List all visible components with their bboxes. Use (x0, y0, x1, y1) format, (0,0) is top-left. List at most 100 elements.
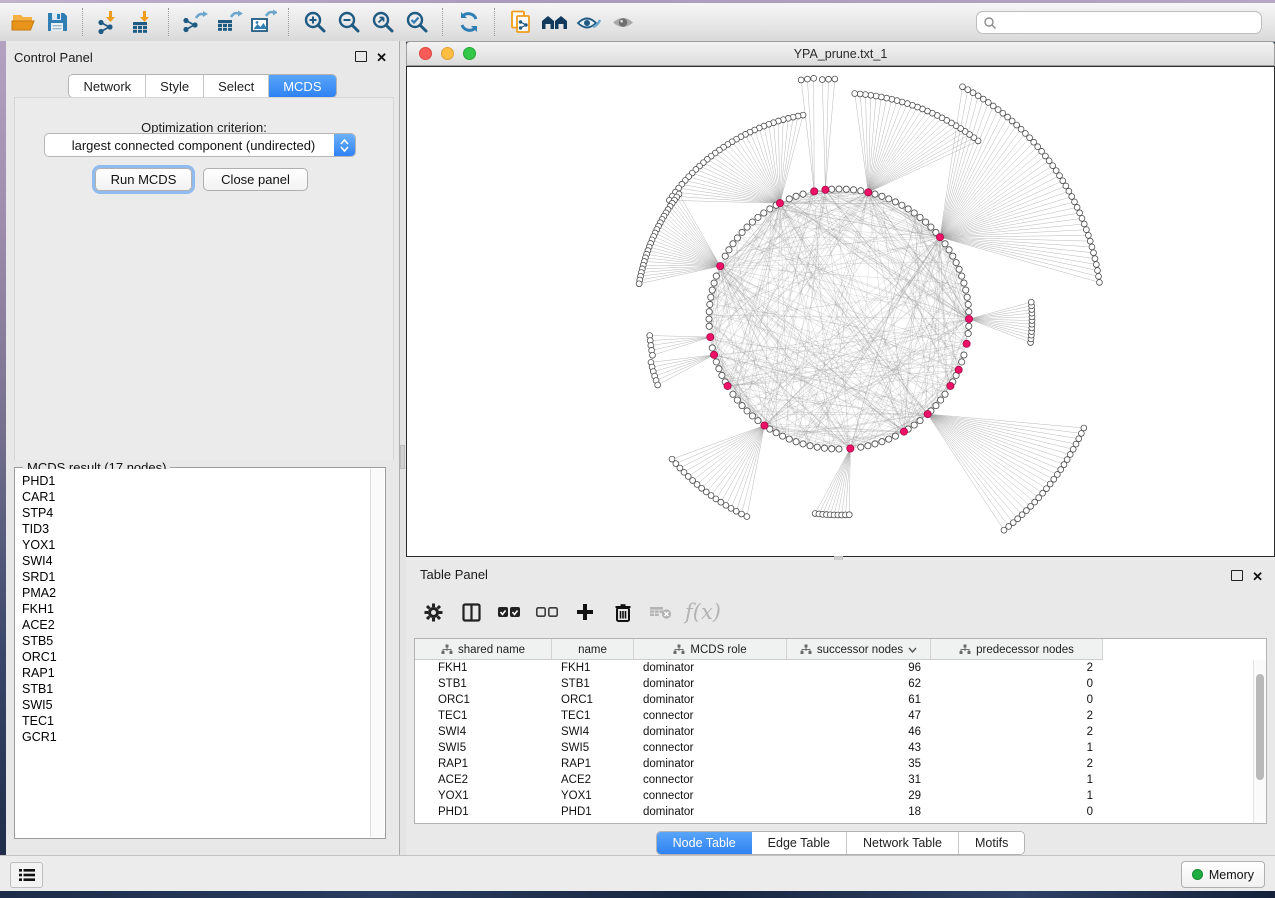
cell-MCDS-role: connector (634, 790, 787, 802)
mcds-result-item[interactable]: CAR1 (22, 489, 371, 505)
tab-style[interactable]: Style (146, 75, 204, 97)
tab-select[interactable]: Select (204, 75, 269, 97)
mcds-result-item[interactable]: ORC1 (22, 649, 371, 665)
table-row[interactable]: PHD1PHD1dominator180 (415, 804, 1254, 820)
export-network-icon[interactable] (178, 7, 212, 37)
memory-button[interactable]: Memory (1181, 861, 1265, 888)
run-mcds-button[interactable]: Run MCDS (95, 168, 192, 191)
table-row[interactable]: SWI5SWI5connector431 (415, 740, 1254, 756)
cell-MCDS-role: dominator (634, 758, 787, 770)
mcds-result-scrollbar[interactable] (370, 469, 384, 837)
mcds-result-item[interactable]: FKH1 (22, 601, 371, 617)
application-window: Control Panel ✕ NetworkStyleSelectMCDS O… (0, 0, 1275, 898)
mcds-result-item[interactable]: STP4 (22, 505, 371, 521)
table-row[interactable]: RAP1RAP1dominator352 (415, 756, 1254, 772)
mcds-result-item[interactable]: ACE2 (22, 617, 371, 633)
cell-name: TEC1 (552, 710, 634, 722)
tab-node-table[interactable]: Node Table (657, 832, 752, 854)
table-body: FKH1FKH1dominator962STB1STB1dominator620… (415, 660, 1254, 823)
cell-successor-nodes: 62 (787, 678, 931, 690)
column-header-successor-nodes[interactable]: successor nodes (787, 639, 931, 660)
import-table-icon[interactable] (126, 7, 160, 37)
tab-edge-table[interactable]: Edge Table (752, 832, 847, 854)
cell-shared-name: SWI4 (415, 726, 552, 738)
delete-column-icon[interactable] (604, 594, 642, 630)
table-row[interactable]: SWI4SWI4dominator462 (415, 724, 1254, 740)
export-image-icon[interactable] (246, 7, 280, 37)
selected-criterion: largest connected component (undirected) (45, 138, 334, 153)
table-row[interactable]: ACE2ACE2connector311 (415, 772, 1254, 788)
table-row[interactable]: ORC1ORC1dominator610 (415, 692, 1254, 708)
show-column-panel-icon[interactable] (452, 594, 490, 630)
mcds-result-item[interactable]: PHD1 (22, 473, 371, 489)
optimization-criterion-select[interactable]: largest connected component (undirected) (44, 133, 356, 157)
show-panel-list-button[interactable] (10, 862, 43, 888)
create-column-icon[interactable] (566, 594, 604, 630)
table-row[interactable]: TEC1TEC1connector472 (415, 708, 1254, 724)
table-settings-icon[interactable] (414, 594, 452, 630)
search-input[interactable] (1002, 15, 1255, 31)
tab-motifs[interactable]: Motifs (959, 832, 1024, 854)
column-header-name[interactable]: name (552, 639, 634, 660)
mcds-result-item[interactable]: STB1 (22, 681, 371, 697)
mcds-result-item[interactable]: RAP1 (22, 665, 371, 681)
column-header-shared-name[interactable]: shared name (415, 639, 552, 660)
table-row[interactable]: FKH1FKH1dominator962 (415, 660, 1254, 676)
cell-shared-name: PHD1 (415, 806, 552, 818)
export-table-icon[interactable] (212, 7, 246, 37)
search-field[interactable] (976, 11, 1262, 34)
column-header-MCDS-role[interactable]: MCDS role (634, 639, 787, 660)
sort-descending-icon (908, 647, 917, 653)
table-scrollbar[interactable] (1253, 660, 1266, 823)
network-canvas[interactable] (406, 66, 1275, 557)
mcds-result-item[interactable]: PMA2 (22, 585, 371, 601)
control-panel-float-button[interactable] (355, 51, 367, 62)
function-builder-icon: f(x) (680, 594, 726, 630)
splitter-handle[interactable] (400, 445, 405, 469)
list-icon (18, 868, 36, 882)
cell-name: PHD1 (552, 806, 634, 818)
show-all-icon[interactable] (606, 7, 640, 37)
clone-network-icon[interactable] (504, 7, 538, 37)
cell-successor-nodes: 47 (787, 710, 931, 722)
control-panel-close-button[interactable]: ✕ (376, 49, 387, 67)
table-panel-float-button[interactable] (1231, 570, 1243, 581)
zoom-fit-icon[interactable] (366, 7, 400, 37)
zoom-out-icon[interactable] (332, 7, 366, 37)
mcds-result-item[interactable]: SRD1 (22, 569, 371, 585)
cell-name: ACE2 (552, 774, 634, 786)
cell-shared-name: STB1 (415, 678, 552, 690)
table-scrollbar-thumb[interactable] (1256, 674, 1264, 780)
shared-column-icon (441, 644, 453, 655)
mcds-result-item[interactable]: SWI4 (22, 553, 371, 569)
save-session-icon[interactable] (40, 7, 74, 37)
zoom-selected-icon[interactable] (400, 7, 434, 37)
table-row[interactable]: YOX1YOX1connector291 (415, 788, 1254, 804)
deselect-all-icon[interactable] (528, 594, 566, 630)
table-panel-close-button[interactable]: ✕ (1252, 568, 1263, 586)
tab-mcds[interactable]: MCDS (269, 75, 335, 97)
mcds-result-item[interactable]: GCR1 (22, 729, 371, 745)
control-panel-tabs: NetworkStyleSelectMCDS (68, 74, 336, 98)
import-network-icon[interactable] (92, 7, 126, 37)
open-file-icon[interactable] (6, 7, 40, 37)
mcds-result-item[interactable]: YOX1 (22, 537, 371, 553)
tab-network[interactable]: Network (69, 75, 146, 97)
hide-selected-icon[interactable] (572, 7, 606, 37)
select-stepper-icon (334, 134, 355, 156)
refresh-icon[interactable] (452, 7, 486, 37)
table-row[interactable]: STB1STB1dominator620 (415, 676, 1254, 692)
close-panel-button[interactable]: Close panel (203, 168, 308, 191)
desktop-wallpaper-bottom (0, 891, 1275, 898)
mcds-result-item[interactable]: TEC1 (22, 713, 371, 729)
mcds-result-item[interactable]: SWI5 (22, 697, 371, 713)
network-window-titlebar[interactable]: YPA_prune.txt_1 (406, 41, 1275, 66)
mcds-result-item[interactable]: TID3 (22, 521, 371, 537)
first-neighbors-icon[interactable] (538, 7, 572, 37)
select-all-icon[interactable] (490, 594, 528, 630)
zoom-in-icon[interactable] (298, 7, 332, 37)
column-header-predecessor-nodes[interactable]: predecessor nodes (931, 639, 1103, 660)
mcds-result-item[interactable]: STB5 (22, 633, 371, 649)
cell-MCDS-role: dominator (634, 662, 787, 674)
tab-network-table[interactable]: Network Table (847, 832, 959, 854)
